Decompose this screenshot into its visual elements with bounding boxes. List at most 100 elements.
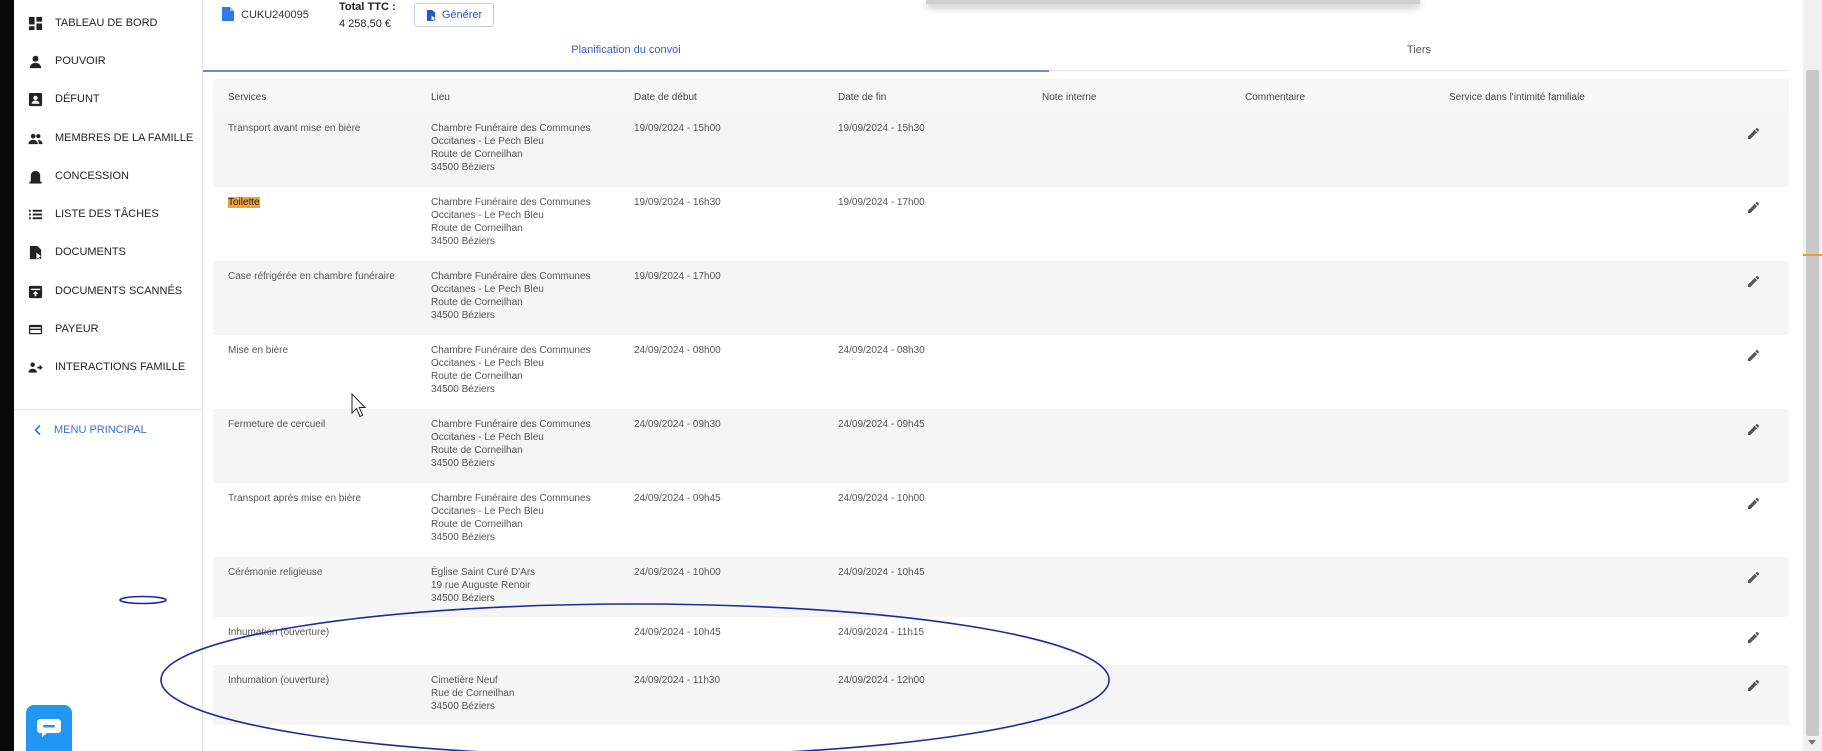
dashboard-icon (28, 16, 43, 30)
start-date: 24/09/2024 - 09h30 (634, 419, 721, 430)
sidebar-item-pouvoir[interactable]: POUVOIR (28, 51, 106, 71)
end-date: 24/09/2024 - 11h15 (838, 627, 925, 638)
sidebar-item-label: DÉFUNT (55, 93, 100, 105)
tab-planification-du-convoi[interactable]: Planification du convoi (203, 44, 1049, 72)
table-row[interactable]: Toilette Chambre Funéraire des Communes … (213, 187, 1789, 261)
table-row[interactable]: Inhumation (ouverture) 24/09/2024 - 10h4… (213, 617, 1789, 665)
service-name: Transport après mise en bière (228, 493, 362, 504)
generate-button-label: Générer (441, 9, 483, 21)
service-location: Cimetière Neuf Rue de Corneilhan 34500 B… (431, 675, 515, 712)
sidebar-item-membres-de-la-famille[interactable]: MEMBRES DE LA FAMILLE (28, 128, 193, 148)
table-header: Services Lieu Date de début Date de fin … (213, 79, 1789, 113)
table-row[interactable]: Case réfrigérée en chambre funéraire Cha… (213, 261, 1789, 335)
menu-principal-link[interactable]: MENU PRINCIPAL (32, 421, 147, 439)
service-name: Mise en bière (228, 345, 289, 356)
scrollbar-thumb[interactable] (1806, 70, 1819, 736)
edit-pencil-icon[interactable] (1746, 630, 1761, 645)
tab-label: Planification du convoi (571, 44, 681, 56)
column-header-date-fin: Date de fin (838, 92, 887, 103)
menu-principal-label: MENU PRINCIPAL (54, 424, 147, 436)
service-location: Chambre Funéraire des Communes Occitanes… (431, 123, 591, 173)
scan-icon (28, 285, 43, 298)
edit-pencil-icon[interactable] (1746, 348, 1761, 363)
vertical-scrollbar[interactable] (1803, 0, 1822, 751)
service-name: Cérémonie religieuse (228, 567, 323, 578)
scroll-down-arrow-icon[interactable] (1808, 740, 1816, 745)
start-date: 24/09/2024 - 10h45 (634, 627, 721, 638)
column-header-note-interne: Note interne (1042, 92, 1097, 103)
sidebar-item-concession[interactable]: CONCESSION (28, 166, 129, 186)
table-row[interactable]: Transport avant mise en bière Chambre Fu… (213, 113, 1789, 187)
edit-pencil-icon[interactable] (1746, 274, 1761, 289)
start-date: 24/09/2024 - 11h30 (634, 675, 721, 686)
sidebar-item-interactions-famille[interactable]: INTERACTIONS FAMILLE (28, 357, 185, 377)
overlay-shadow (926, 0, 1420, 4)
sidebar-item-documents[interactable]: DOCUMENTS (28, 242, 126, 262)
service-location: Chambre Funéraire des Communes Occitanes… (431, 271, 591, 321)
scrollbar-search-marker (1803, 254, 1822, 256)
table-row[interactable]: Transport après mise en bière Chambre Fu… (213, 483, 1789, 557)
dossier-number: CUKU240095 (241, 9, 309, 21)
services-table: Services Lieu Date de début Date de fin … (213, 79, 1789, 725)
edit-pencil-icon[interactable] (1746, 200, 1761, 215)
sidebar-item-label: INTERACTIONS FAMILLE (55, 361, 186, 373)
end-date: 19/09/2024 - 17h00 (838, 197, 925, 208)
sidebar-item-payeur[interactable]: PAYEUR (28, 319, 99, 339)
sidebar-item-tableau-de-bord[interactable]: TABLEAU DE BORD (28, 13, 158, 33)
sidebar: TABLEAU DE BORD POUVOIR DÉFUNT MEMBRES D… (14, 0, 203, 751)
edit-pencil-icon[interactable] (1746, 678, 1761, 693)
column-header-services: Services (228, 92, 267, 103)
service-name: Inhumation (ouverture) (228, 627, 330, 638)
sidebar-item-documents-scannes[interactable]: DOCUMENTS SCANNÉS (28, 281, 182, 301)
table-row[interactable]: Fermeture de cercueil Chambre Funéraire … (213, 409, 1789, 483)
generate-button[interactable]: Générer (414, 3, 494, 27)
credit-card-icon (28, 324, 43, 334)
start-date: 24/09/2024 - 09h45 (634, 493, 721, 504)
start-date: 19/09/2024 - 16h30 (634, 197, 721, 208)
service-location: Chambre Funéraire des Communes Occitanes… (431, 493, 591, 543)
column-header-date-debut: Date de début (634, 92, 697, 103)
table-row[interactable]: Cérémonie religieuse Église Saint Curé D… (213, 557, 1789, 617)
interactions-icon (28, 361, 43, 373)
service-location: Chambre Funéraire des Communes Occitanes… (431, 197, 591, 247)
people-icon (28, 133, 43, 144)
sidebar-item-liste-des-taches[interactable]: LISTE DES TÂCHES (28, 204, 159, 224)
list-icon (28, 209, 43, 219)
end-date: 24/09/2024 - 10h00 (838, 493, 925, 504)
end-date: 24/09/2024 - 09h45 (838, 419, 925, 430)
start-date: 24/09/2024 - 10h00 (634, 567, 721, 578)
service-name: Toilette (228, 196, 260, 209)
document-generate-icon (426, 9, 435, 21)
column-header-commentaire: Commentaire (1245, 92, 1306, 103)
edit-pencil-icon[interactable] (1746, 496, 1761, 511)
service-location: Chambre Funéraire des Communes Occitanes… (431, 419, 591, 469)
tab-tiers[interactable]: Tiers (1049, 44, 1789, 71)
total-ttc-label: Total TTC : (339, 1, 396, 13)
end-date: 24/09/2024 - 12h00 (838, 675, 925, 686)
service-name: Transport avant mise en bière (228, 123, 361, 134)
end-date: 24/09/2024 - 10h45 (838, 567, 925, 578)
total-ttc-value: 4 258,50 € (339, 18, 391, 30)
end-date: 24/09/2024 - 08h30 (838, 345, 925, 356)
sidebar-item-label: LISTE DES TÂCHES (55, 208, 159, 220)
table-row[interactable]: Mise en bière Chambre Funéraire des Comm… (213, 335, 1789, 409)
edit-pencil-icon[interactable] (1746, 126, 1761, 141)
sidebar-item-label: MEMBRES DE LA FAMILLE (55, 132, 194, 144)
tombstone-icon (29, 170, 42, 184)
edit-pencil-icon[interactable] (1746, 422, 1761, 437)
sidebar-item-label: CONCESSION (55, 170, 129, 182)
sidebar-item-defunt[interactable]: DÉFUNT (28, 89, 100, 109)
start-date: 19/09/2024 - 17h00 (634, 271, 721, 282)
tab-label: Tiers (1406, 44, 1432, 56)
sidebar-item-label: DOCUMENTS (55, 246, 126, 258)
start-date: 19/09/2024 - 15h00 (634, 123, 721, 134)
sidebar-item-label: POUVOIR (55, 55, 106, 67)
chat-button[interactable] (26, 705, 72, 751)
search-highlight: Toilette (228, 197, 260, 208)
end-date: 19/09/2024 - 15h30 (838, 123, 925, 134)
service-name: Fermeture de cercueil (228, 419, 326, 430)
table-row[interactable]: Inhumation (ouverture) Cimetière Neuf Ru… (213, 665, 1789, 725)
sidebar-item-label: PAYEUR (55, 323, 99, 335)
edit-pencil-icon[interactable] (1746, 570, 1761, 585)
service-location: Chambre Funéraire des Communes Occitanes… (431, 345, 591, 395)
